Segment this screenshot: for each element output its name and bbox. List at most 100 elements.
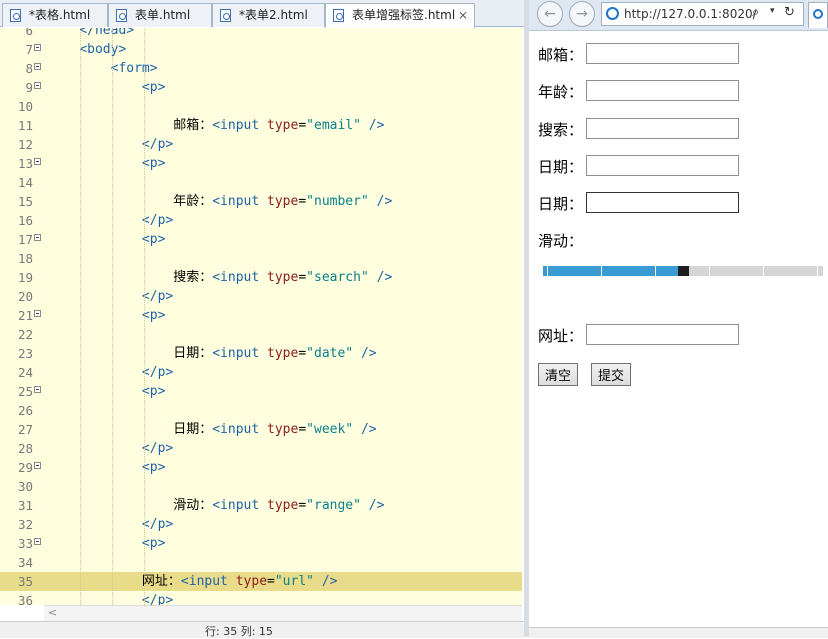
date-field[interactable] xyxy=(586,155,739,176)
age-field[interactable] xyxy=(586,80,739,101)
code-text: <p> xyxy=(141,460,166,475)
week-field[interactable] xyxy=(586,192,739,213)
tab-table-html[interactable]: *表格.html xyxy=(2,3,108,27)
tab-label: *表格.html xyxy=(29,8,91,22)
line-number: 23 xyxy=(17,346,33,361)
email-field[interactable] xyxy=(586,43,739,64)
code-line[interactable]: 18 xyxy=(0,249,522,268)
fold-toggle-icon[interactable] xyxy=(34,82,41,89)
code-line[interactable]: 7 <body> xyxy=(0,40,522,59)
code-line[interactable]: 8 <form> xyxy=(0,59,522,78)
fold-toggle-icon[interactable] xyxy=(34,462,41,469)
code-line[interactable]: 11 邮箱：<input type="email" /> xyxy=(0,116,522,135)
code-text: </p> xyxy=(141,137,174,152)
code-line[interactable]: 32 </p> xyxy=(0,515,522,534)
close-tab-icon[interactable]: ⨯ xyxy=(458,4,468,26)
scroll-left-icon[interactable]: < xyxy=(48,606,57,619)
code-line[interactable]: 12 </p> xyxy=(0,135,522,154)
address-bar[interactable]: http://127.0.0.1:8020/ ⌕ ▾ ↻ xyxy=(601,2,804,26)
code-line[interactable]: 27 日期：<input type="week" /> xyxy=(0,420,522,439)
code-line[interactable]: 16 </p> xyxy=(0,211,522,230)
line-number: 24 xyxy=(17,365,33,380)
forward-arrow-icon[interactable]: → xyxy=(569,1,595,27)
code-line[interactable]: 28 </p> xyxy=(0,439,522,458)
fold-toggle-icon[interactable] xyxy=(34,63,41,70)
indent-guide xyxy=(112,28,113,605)
code-line[interactable]: 17 <p> xyxy=(0,230,522,249)
code-text: 日期：<input type="date" /> xyxy=(48,346,377,361)
slider-tick xyxy=(547,266,548,276)
browser-preview: ← → http://127.0.0.1:8020/ ⌕ ▾ ↻ 邮箱： 年龄：… xyxy=(524,0,828,638)
code-line[interactable]: 25 <p> xyxy=(0,382,522,401)
code-line[interactable]: 31 滑动：<input type="range" /> xyxy=(0,496,522,515)
code-line[interactable]: 13 <p> xyxy=(0,154,522,173)
code-line[interactable]: 6 </head> xyxy=(0,28,522,40)
code-text: </head> xyxy=(79,28,135,38)
url-field[interactable] xyxy=(586,324,739,345)
code-line[interactable]: 15 年龄：<input type="number" /> xyxy=(0,192,522,211)
code-line[interactable]: 9 <p> xyxy=(0,78,522,97)
code-line[interactable]: 35 网址：<input type="url" /> xyxy=(0,572,522,591)
code-text: </p> xyxy=(141,593,174,605)
code-line[interactable]: 30 xyxy=(0,477,522,496)
email-label: 邮箱： xyxy=(538,46,584,64)
line-number: 11 xyxy=(17,118,33,133)
code-text: <body> xyxy=(79,42,127,57)
code-text: </p> xyxy=(141,365,174,380)
code-line[interactable]: 23 日期：<input type="date" /> xyxy=(0,344,522,363)
fold-toggle-icon[interactable] xyxy=(34,44,41,51)
code-line[interactable]: 22 xyxy=(0,325,522,344)
line-number: 13 xyxy=(17,156,33,171)
fold-toggle-icon[interactable] xyxy=(34,310,41,317)
fold-toggle-icon[interactable] xyxy=(34,386,41,393)
line-number: 25 xyxy=(17,384,33,399)
fold-toggle-icon[interactable] xyxy=(34,234,41,241)
code-line[interactable]: 10 xyxy=(0,97,522,116)
browser-tab[interactable] xyxy=(808,2,828,28)
code-text: 邮箱：<input type="email" /> xyxy=(48,118,385,133)
code-line[interactable]: 33 <p> xyxy=(0,534,522,553)
fold-toggle-icon[interactable] xyxy=(34,158,41,165)
html-file-icon xyxy=(220,9,231,22)
reset-button[interactable]: 清空 xyxy=(538,363,579,386)
code-line[interactable]: 26 xyxy=(0,401,522,420)
chevron-down-icon[interactable]: ▾ xyxy=(770,6,775,16)
code-line[interactable]: 29 <p> xyxy=(0,458,522,477)
line-number: 28 xyxy=(17,441,33,456)
html-file-icon xyxy=(116,9,127,22)
code-text: </p> xyxy=(141,213,174,228)
code-line[interactable]: 36 </p> xyxy=(0,591,522,605)
range-slider[interactable] xyxy=(543,266,823,276)
code-text: <p> xyxy=(141,232,166,247)
code-line[interactable]: 14 xyxy=(0,173,522,192)
slider-tick xyxy=(655,266,656,276)
submit-button[interactable]: 提交 xyxy=(591,363,632,386)
line-number: 19 xyxy=(17,270,33,285)
search-icon[interactable]: ⌕ xyxy=(752,5,759,20)
line-number: 26 xyxy=(17,403,33,418)
line-number: 32 xyxy=(17,517,33,532)
code-line[interactable]: 21 <p> xyxy=(0,306,522,325)
code-text: 日期：<input type="week" /> xyxy=(48,422,377,437)
back-arrow-icon[interactable]: ← xyxy=(537,1,563,27)
code-line[interactable]: 19 搜索：<input type="search" /> xyxy=(0,268,522,287)
line-number: 29 xyxy=(17,460,33,475)
line-number: 35 xyxy=(17,574,33,589)
horizontal-scrollbar[interactable]: < xyxy=(44,605,522,622)
line-number: 34 xyxy=(17,555,33,570)
fold-toggle-icon[interactable] xyxy=(34,538,41,545)
tab-form-html[interactable]: 表单.html xyxy=(108,3,212,27)
url-label: 网址： xyxy=(538,327,584,345)
code-line[interactable]: 24 </p> xyxy=(0,363,522,382)
html-file-icon xyxy=(333,9,344,22)
line-number: 27 xyxy=(17,422,33,437)
tab-form-enhanced-html[interactable]: 表单增强标签.html ⨯ xyxy=(325,3,475,28)
code-line[interactable]: 34 xyxy=(0,553,522,572)
code-area[interactable]: 6 </head> 7 <body> 8 <form> 9 <p> 10 11 邮箱：<i… xyxy=(0,28,522,605)
tab-form2-html[interactable]: *表单2.html xyxy=(212,3,325,27)
slider-thumb[interactable] xyxy=(678,266,689,276)
line-number: 16 xyxy=(17,213,33,228)
refresh-icon[interactable]: ↻ xyxy=(784,5,795,20)
search-input[interactable] xyxy=(586,118,739,139)
code-line[interactable]: 20 </p> xyxy=(0,287,522,306)
